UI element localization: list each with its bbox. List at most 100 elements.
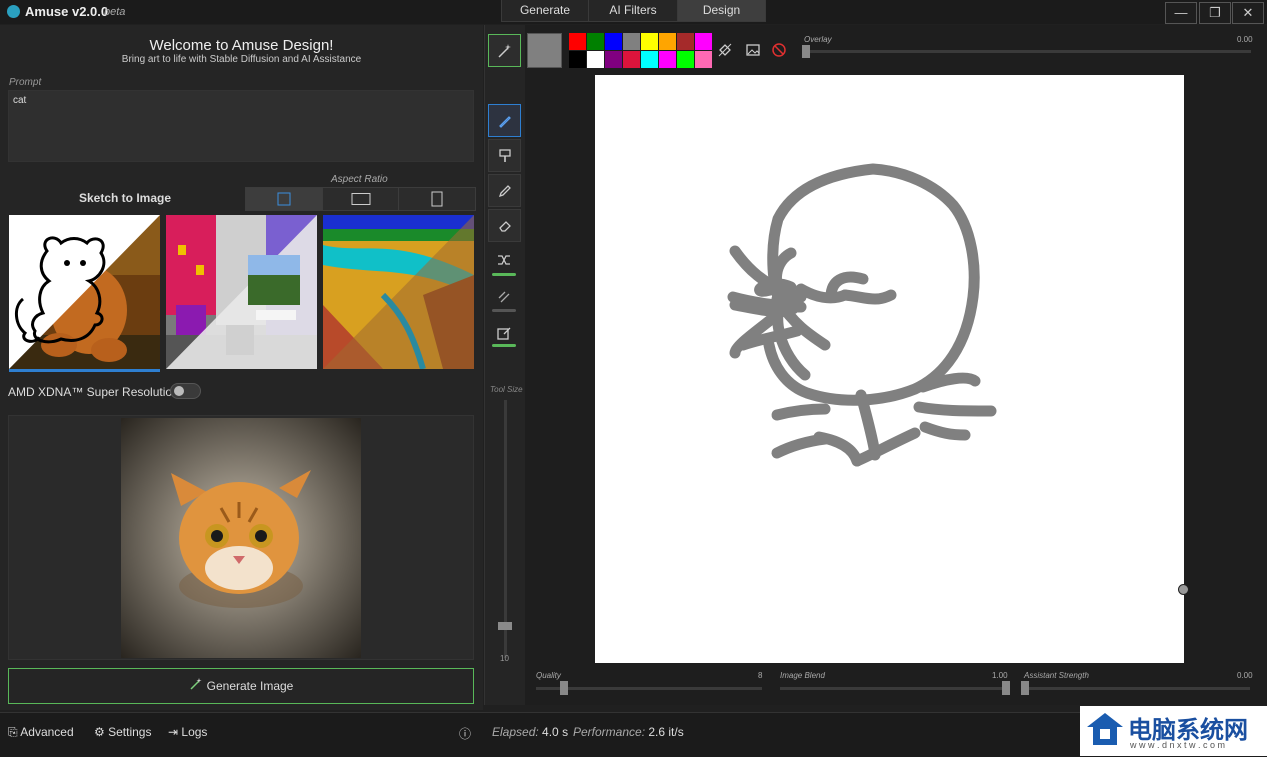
tool-size-label: Tool Size [490, 385, 523, 394]
color-swatch[interactable] [677, 33, 694, 50]
generate-image-button[interactable]: Generate Image [8, 668, 474, 704]
color-swatch[interactable] [587, 51, 604, 68]
edit-icon [497, 327, 511, 340]
advanced-label: Advanced [20, 725, 74, 739]
mode-tabs: Generate AI Filters Design [501, 0, 766, 22]
minimize-button[interactable]: — [1165, 2, 1197, 24]
color-swatch[interactable] [695, 51, 712, 68]
restore-button[interactable]: ❐ [1199, 2, 1231, 24]
overlay-thumb[interactable] [802, 45, 810, 58]
edit-indicator [492, 344, 516, 347]
color-swatch[interactable] [659, 51, 676, 68]
image-icon[interactable] [745, 42, 761, 63]
color-swatch[interactable] [587, 33, 604, 50]
watermark-url: w w w . d n x t w . c o m [1130, 740, 1226, 750]
paint-roller-icon [499, 149, 511, 162]
brush-icon [499, 116, 511, 128]
elapsed-status: Elapsed: 4.0 s [492, 725, 568, 739]
color-swatch[interactable] [695, 33, 712, 50]
tool-size-slider[interactable] [504, 400, 507, 658]
fill-bucket-icon[interactable] [717, 42, 733, 63]
performance-value: 2.6 it/s [648, 725, 684, 739]
left-panel: Welcome to Amuse Design! Bring art to li… [0, 25, 483, 710]
super-resolution-toggle[interactable] [170, 383, 201, 399]
mode-title: Sketch to Image [79, 191, 172, 205]
settings-icon: ⚙ [94, 725, 105, 739]
landscape-icon [351, 193, 370, 205]
watermark-logo-icon [1087, 713, 1123, 745]
settings-label: Settings [108, 725, 152, 739]
preset-room-interior[interactable] [166, 215, 317, 369]
aspect-square-button[interactable] [246, 188, 323, 210]
quality-thumb[interactable] [560, 681, 568, 695]
smooth-indicator [492, 309, 516, 312]
app-beta-badge: beta [104, 6, 126, 18]
aspect-ratio-label: Aspect Ratio [331, 174, 388, 185]
room-interior-image [166, 215, 317, 369]
pen-icon [498, 185, 511, 198]
assistant-strength-value: 0.00 [1237, 671, 1253, 680]
color-swatch[interactable] [569, 51, 586, 68]
close-button[interactable]: ✕ [1232, 2, 1264, 24]
preset-teddy-bear[interactable] [9, 215, 160, 372]
fill-tool-button[interactable] [488, 139, 521, 172]
elapsed-value: 4.0 s [542, 725, 569, 739]
tab-design[interactable]: Design [678, 0, 765, 21]
advanced-button[interactable]: ⎘ Advanced [8, 725, 74, 740]
color-swatch[interactable] [641, 51, 658, 68]
tool-size-value: 10 [500, 654, 509, 663]
pen-tool-button[interactable] [488, 174, 521, 207]
color-swatch[interactable] [569, 33, 586, 50]
aspect-landscape-button[interactable] [322, 188, 400, 210]
drawing-canvas[interactable] [595, 75, 1184, 663]
cat-sketch [727, 163, 997, 467]
overlay-slider[interactable] [804, 50, 1251, 53]
eraser-tool-button[interactable] [488, 209, 521, 242]
app-logo-icon [7, 5, 20, 18]
brush-tool-button[interactable] [488, 104, 521, 137]
teddy-bear-image [9, 215, 160, 369]
assistant-strength-slider[interactable] [1024, 687, 1250, 690]
shuffle-indicator [492, 273, 516, 276]
canvas-resize-handle[interactable] [1178, 584, 1189, 595]
bottom-sliders: Quality 8 Image Blend 1.00 Assistant Str… [525, 666, 1267, 705]
tab-ai-filters[interactable]: AI Filters [589, 0, 678, 21]
color-swatch[interactable] [623, 33, 640, 50]
smooth-lines-icon [498, 291, 510, 303]
tab-generate[interactable]: Generate [502, 0, 589, 21]
color-swatch[interactable] [623, 51, 640, 68]
color-swatch[interactable] [677, 51, 694, 68]
generate-image-label: Generate Image [206, 679, 294, 693]
prompt-input[interactable]: cat [8, 90, 474, 162]
output-image[interactable] [121, 418, 361, 658]
quality-value: 8 [758, 671, 763, 680]
logs-button[interactable]: ⇥ Logs [168, 725, 207, 739]
image-blend-thumb[interactable] [1002, 681, 1010, 695]
overlay-label: Overlay [804, 35, 832, 44]
advanced-icon: ⎘ [8, 725, 18, 739]
tool-size-thumb[interactable] [498, 622, 512, 630]
color-swatch[interactable] [641, 33, 658, 50]
super-resolution-label: AMD XDNA™ Super Resolution [8, 385, 179, 399]
logs-label: Logs [181, 725, 208, 739]
preset-canyon-landscape[interactable] [323, 215, 474, 369]
image-blend-slider[interactable] [780, 687, 1006, 690]
quality-slider[interactable] [536, 687, 762, 690]
aspect-portrait-button[interactable] [399, 188, 476, 210]
assistant-strength-thumb[interactable] [1021, 681, 1029, 695]
ai-assist-button[interactable] [488, 34, 521, 67]
settings-button[interactable]: ⚙ Settings [94, 725, 151, 739]
current-color-swatch[interactable] [527, 33, 562, 68]
color-palette [569, 33, 712, 68]
info-icon[interactable]: ⓘ [459, 725, 471, 742]
canvas-area: Overlay 0.00 Quality 8 Image Blend 1.00 … [525, 25, 1267, 705]
watermark-overlay: 电脑系统网 w w w . d n x t w . c o m [1080, 706, 1267, 756]
color-swatch[interactable] [605, 51, 622, 68]
welcome-subtitle: Bring art to life with Stable Diffusion … [121, 54, 362, 65]
clear-canvas-icon[interactable] [771, 42, 787, 63]
eraser-icon [499, 221, 511, 232]
color-swatch[interactable] [605, 33, 622, 50]
performance-label: Performance: [573, 725, 646, 739]
color-swatch[interactable] [659, 33, 676, 50]
quality-label: Quality [536, 671, 561, 680]
